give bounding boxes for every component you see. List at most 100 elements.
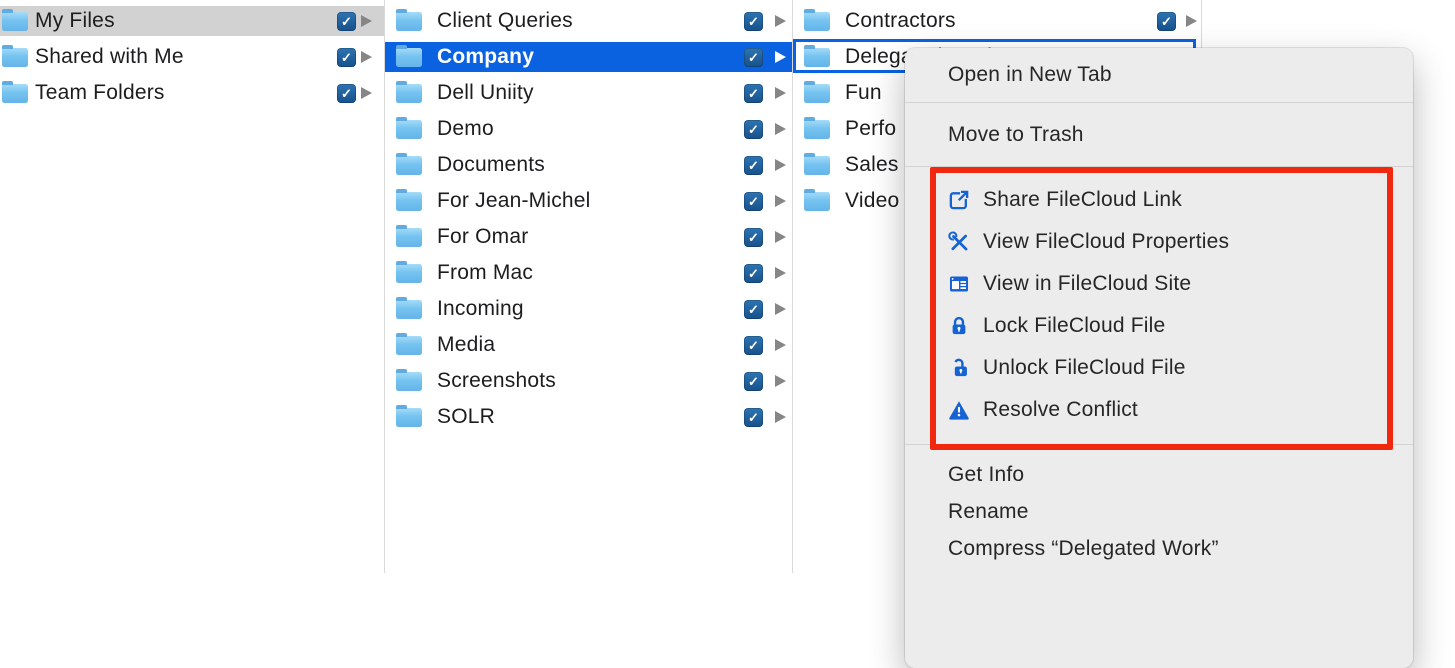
disclosure-triangle-icon[interactable] — [775, 159, 786, 171]
folder-label: Company — [437, 45, 534, 69]
folder-row-for-omar[interactable]: For Omar✓ — [385, 219, 792, 255]
disclosure-triangle-icon[interactable] — [775, 303, 786, 315]
menu-item-compress-delegated-work[interactable]: Compress “Delegated Work” — [905, 530, 1413, 567]
warning-triangle-icon — [948, 399, 970, 421]
folder-label: Video — [845, 189, 899, 213]
menu-item-rename[interactable]: Rename — [905, 493, 1413, 530]
folder-row-dell-uniity[interactable]: Dell Uniity✓ — [385, 75, 792, 111]
folder-icon — [396, 408, 422, 427]
menu-item-get-info[interactable]: Get Info — [905, 456, 1413, 493]
folder-row-shared-with-me[interactable]: Shared with Me ✓ — [0, 39, 384, 75]
sync-checkbox[interactable]: ✓ — [744, 120, 763, 139]
folder-row-my-files[interactable]: My Files✓ — [0, 3, 384, 39]
folder-row-screenshots[interactable]: Screenshots✓ — [385, 363, 792, 399]
file-column: My Files✓Shared with Me✓Team Folders✓ — [0, 0, 384, 573]
sync-checkbox[interactable]: ✓ — [744, 264, 763, 283]
folder-icon — [2, 12, 28, 31]
disclosure-triangle-icon[interactable] — [775, 339, 786, 351]
menu-item-lock-filecloud-file[interactable]: Lock FileCloud File — [905, 305, 1413, 347]
folder-row-client-queries[interactable]: Client Queries✓ — [385, 3, 792, 39]
disclosure-triangle-icon[interactable] — [775, 195, 786, 207]
column-divider — [792, 0, 793, 573]
folder-row-company[interactable]: Company ✓ — [385, 39, 792, 75]
disclosure-triangle-icon[interactable] — [1186, 15, 1197, 27]
disclosure-triangle-icon[interactable] — [775, 15, 786, 27]
folder-row-team-folders[interactable]: Team Folders✓ — [0, 75, 384, 111]
sync-checkbox[interactable]: ✓ — [744, 12, 763, 31]
sync-checkbox[interactable]: ✓ — [337, 12, 356, 31]
sync-checkbox[interactable]: ✓ — [337, 84, 356, 103]
file-browser: My Files✓Shared with Me✓Team Folders✓ Cl… — [0, 0, 1455, 573]
disclosure-triangle-icon[interactable] — [775, 267, 786, 279]
sync-checkbox[interactable]: ✓ — [744, 408, 763, 427]
folder-label: Media — [437, 333, 495, 357]
folder-icon — [396, 48, 422, 67]
menu-item-resolve-conflict[interactable]: Resolve Conflict — [905, 389, 1413, 431]
sync-checkbox[interactable]: ✓ — [337, 48, 356, 67]
sync-checkbox[interactable]: ✓ — [1157, 12, 1176, 31]
menu-item-label: Get Info — [948, 463, 1024, 487]
sync-checkbox[interactable]: ✓ — [744, 48, 763, 67]
menu-item-label: View FileCloud Properties — [983, 230, 1229, 254]
folder-label: Sales — [845, 153, 899, 177]
sync-checkbox[interactable]: ✓ — [744, 300, 763, 319]
menu-item-view-in-filecloud-site[interactable]: View in FileCloud Site — [905, 263, 1413, 305]
folder-icon — [396, 264, 422, 283]
folder-label: SOLR — [437, 405, 495, 429]
folder-label: Contractors — [845, 9, 956, 33]
menu-item-label: Share FileCloud Link — [983, 188, 1182, 212]
disclosure-triangle-icon[interactable] — [775, 411, 786, 423]
folder-row-documents[interactable]: Documents ✓ — [385, 147, 792, 183]
folder-label: Fun — [845, 81, 882, 105]
sync-checkbox[interactable]: ✓ — [744, 372, 763, 391]
sync-checkbox[interactable]: ✓ — [744, 84, 763, 103]
disclosure-triangle-icon[interactable] — [775, 123, 786, 135]
folder-icon — [804, 120, 830, 139]
folder-row-solr[interactable]: SOLR ✓ — [385, 399, 792, 435]
folder-label: Shared with Me — [35, 45, 184, 69]
folder-icon — [396, 372, 422, 391]
folder-icon — [804, 192, 830, 211]
menu-item-label: Open in New Tab — [948, 63, 1112, 87]
disclosure-triangle-icon[interactable] — [361, 87, 372, 99]
folder-icon — [396, 156, 422, 175]
menu-item-move-to-trash[interactable]: Move to Trash — [905, 103, 1413, 166]
file-column: Client Queries✓Company✓Dell Uniity✓Demo✓… — [385, 0, 792, 573]
folder-row-incoming[interactable]: Incoming✓ — [385, 291, 792, 327]
tools-icon — [948, 231, 970, 253]
disclosure-triangle-icon[interactable] — [775, 51, 786, 63]
sync-checkbox[interactable]: ✓ — [744, 156, 763, 175]
menu-item-open-in-new-tab[interactable]: Open in New Tab — [905, 48, 1413, 102]
sync-checkbox[interactable]: ✓ — [744, 192, 763, 211]
disclosure-triangle-icon[interactable] — [361, 15, 372, 27]
context-menu: Open in New Tab Move to Trash Share FileCl… — [905, 48, 1413, 668]
folder-row-for-jean-michel[interactable]: For Jean-Michel✓ — [385, 183, 792, 219]
sync-checkbox[interactable]: ✓ — [744, 228, 763, 247]
folder-label: Documents — [437, 153, 545, 177]
folder-row-demo[interactable]: Demo ✓ — [385, 111, 792, 147]
folder-icon — [2, 48, 28, 67]
sync-checkbox[interactable]: ✓ — [744, 336, 763, 355]
folder-label: Demo — [437, 117, 494, 141]
folder-row-from-mac[interactable]: From Mac✓ — [385, 255, 792, 291]
disclosure-triangle-icon[interactable] — [775, 87, 786, 99]
disclosure-triangle-icon[interactable] — [361, 51, 372, 63]
folder-icon — [804, 156, 830, 175]
menu-item-view-filecloud-properties[interactable]: View FileCloud Properties — [905, 221, 1413, 263]
menu-item-label: Rename — [948, 500, 1029, 524]
folder-icon — [396, 84, 422, 103]
folder-icon — [2, 84, 28, 103]
disclosure-triangle-icon[interactable] — [775, 231, 786, 243]
menu-section: Get Info Rename Compress “Delegated Work” — [905, 445, 1413, 567]
folder-icon — [396, 192, 422, 211]
folder-row-contractors[interactable]: Contractors ✓ — [793, 3, 1201, 39]
folder-icon — [804, 48, 830, 67]
menu-item-share-filecloud-link[interactable]: Share FileCloud Link — [905, 179, 1413, 221]
menu-item-label: Move to Trash — [948, 123, 1084, 147]
disclosure-triangle-icon[interactable] — [775, 375, 786, 387]
folder-row-media[interactable]: Media ✓ — [385, 327, 792, 363]
menu-section-filecloud: Share FileCloud Link View FileCloud Prope… — [905, 167, 1413, 444]
browser-window-icon — [948, 273, 970, 295]
folder-icon — [396, 336, 422, 355]
menu-item-unlock-filecloud-file[interactable]: Unlock FileCloud File — [905, 347, 1413, 389]
